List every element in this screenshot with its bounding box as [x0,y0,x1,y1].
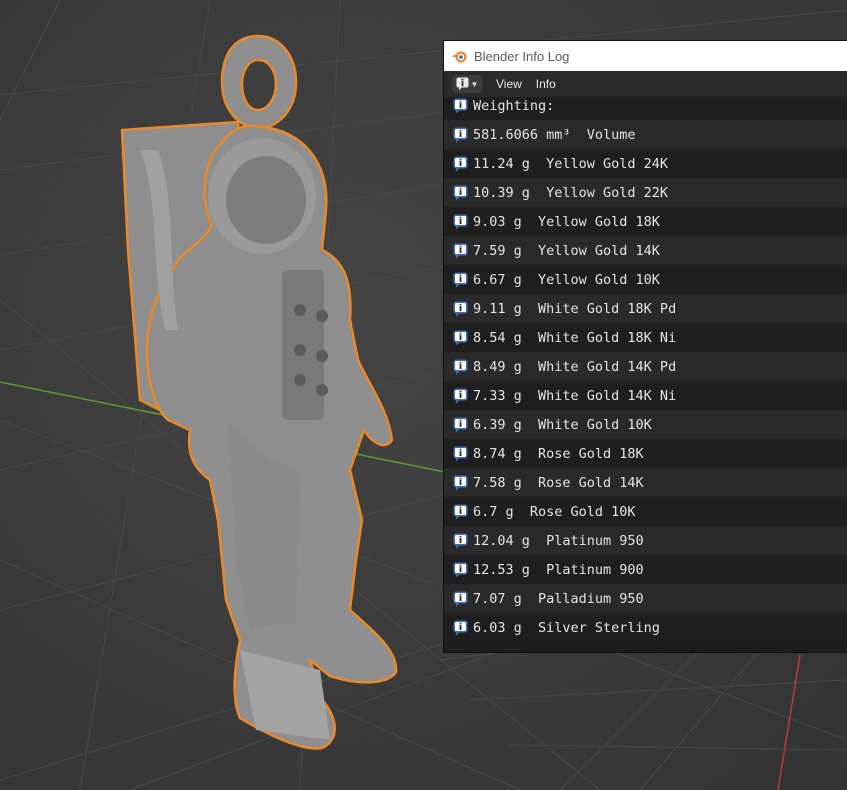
info-icon [453,504,468,519]
log-entry[interactable]: 581.6066 mm³ Volume [444,120,847,149]
info-icon [453,272,468,287]
info-icon [453,330,468,345]
log-entry[interactable]: 8.74 g Rose Gold 18K [444,439,847,468]
editor-type-dropdown[interactable]: ▼ [452,75,482,93]
log-entry[interactable]: 12.53 g Platinum 900 [444,555,847,584]
blender-icon [453,51,467,63]
log-entry[interactable]: 6.67 g Yellow Gold 10K [444,265,847,294]
log-entry-text: 9.11 g White Gold 18K Pd [473,300,677,317]
info-icon [453,359,468,374]
info-icon [453,562,468,577]
info-icon [453,127,468,142]
info-icon [453,98,468,113]
info-icon [453,591,468,606]
info-log-window[interactable]: Blender Info Log ▼ View Info Weighting: 5… [444,41,847,652]
log-entry-text: 6.03 g Silver Sterling [473,619,660,636]
log-entry[interactable]: 9.11 g White Gold 18K Pd [444,294,847,323]
log-entry-text: 8.74 g Rose Gold 18K [473,445,644,462]
log-entry-text: 6.7 g Rose Gold 10K [473,503,636,520]
info-icon [456,77,469,91]
log-entry-text: 12.04 g Platinum 950 [473,532,644,549]
log-entry-text: 7.33 g White Gold 14K Ni [473,387,677,404]
log-entry[interactable]: 12.04 g Platinum 950 [444,526,847,555]
info-icon [453,185,468,200]
info-icon [453,620,468,635]
info-log-list[interactable]: Weighting: 581.6066 mm³ Volume 11.24 g Yel… [444,97,847,652]
log-entry[interactable]: 8.49 g White Gold 14K Pd [444,352,847,381]
info-editor-header: ▼ View Info [444,71,847,97]
info-icon [453,417,468,432]
log-entry[interactable]: 9.03 g Yellow Gold 18K [444,207,847,236]
log-entry-text: 7.58 g Rose Gold 14K [473,474,644,491]
log-entry[interactable]: 10.39 g Yellow Gold 22K [444,178,847,207]
log-entry-text: 8.49 g White Gold 14K Pd [473,358,677,375]
log-entry-text: 6.39 g White Gold 10K [473,416,652,433]
info-icon [453,533,468,548]
menu-view[interactable]: View [496,77,522,91]
info-icon [453,446,468,461]
log-entry-text: 7.59 g Yellow Gold 14K [473,242,660,259]
log-entry[interactable]: 8.54 g White Gold 18K Ni [444,323,847,352]
log-entry-text: 7.07 g Palladium 950 [473,590,644,607]
menu-info[interactable]: Info [536,77,556,91]
info-icon [453,156,468,171]
log-entry-text: Weighting: [473,97,555,114]
log-entry-text: 11.24 g Yellow Gold 24K [473,155,669,172]
log-entry[interactable]: 7.07 g Palladium 950 [444,584,847,613]
info-icon [453,475,468,490]
log-entry[interactable]: 7.58 g Rose Gold 14K [444,468,847,497]
log-entry-text: 9.03 g Yellow Gold 18K [473,213,660,230]
log-entry[interactable]: 6.39 g White Gold 10K [444,410,847,439]
chevron-down-icon: ▼ [470,79,479,89]
log-entry[interactable]: 6.7 g Rose Gold 10K [444,497,847,526]
info-icon [453,214,468,229]
window-title: Blender Info Log [474,48,570,64]
log-entry[interactable]: 11.24 g Yellow Gold 24K [444,149,847,178]
log-entry-text: 8.54 g White Gold 18K Ni [473,329,677,346]
log-entry[interactable]: 6.03 g Silver Sterling [444,613,847,642]
log-entry-text: 6.67 g Yellow Gold 10K [473,271,660,288]
log-entry-text: 10.39 g Yellow Gold 22K [473,184,669,201]
info-icon [453,388,468,403]
info-icon [453,301,468,316]
info-icon [453,243,468,258]
log-entry-text: 12.53 g Platinum 900 [473,561,644,578]
log-entry[interactable]: Weighting: [444,97,847,120]
log-entry[interactable]: 7.59 g Yellow Gold 14K [444,236,847,265]
window-titlebar[interactable]: Blender Info Log [444,41,847,71]
log-entry[interactable]: 7.33 g White Gold 14K Ni [444,381,847,410]
log-entry-text: 581.6066 mm³ Volume [473,126,636,143]
